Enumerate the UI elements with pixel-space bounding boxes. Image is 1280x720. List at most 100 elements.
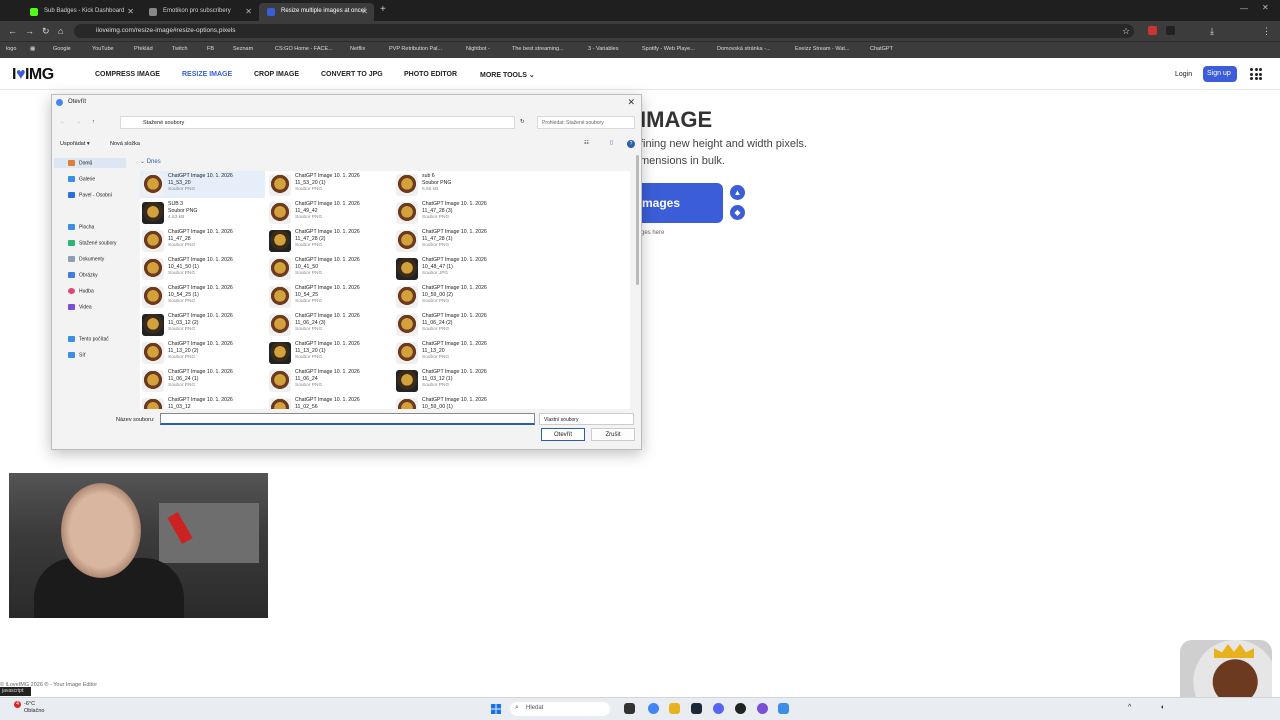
file-item[interactable]: ChatGPT Image 10. 1. 2026 10_59_00 (2) Sou… (394, 283, 519, 310)
file-item[interactable]: ChatGPT Image 10. 1. 2026 11_13_20 Soubor … (394, 339, 519, 366)
nav-resize-image[interactable]: RESIZE IMAGE (182, 71, 232, 78)
close-tab-icon[interactable]: ✕ (361, 7, 368, 16)
path-bar[interactable]: Stažené soubory (120, 116, 515, 129)
extension-icon[interactable] (1148, 26, 1157, 35)
view-icon[interactable]: ☷ (584, 140, 589, 146)
file-item[interactable]: ChatGPT Image 10. 1. 2026 11_53_20 (1) Sou… (267, 171, 392, 198)
apps-grid-icon[interactable]: ▦ (30, 46, 35, 52)
file-item[interactable]: ChatGPT Image 10. 1. 2026 11_49_42 Soubor … (267, 199, 392, 226)
file-item[interactable]: ChatGPT Image 10. 1. 2026 11_02_56 (267, 395, 392, 409)
close-tab-icon[interactable]: ✕ (127, 7, 134, 16)
bookmark[interactable]: 3 - Variables (588, 46, 618, 52)
chrome-icon[interactable] (648, 703, 659, 714)
scrollbar[interactable] (636, 155, 639, 285)
tab-resize-multiple[interactable]: Resize multiple images at once! ✕ (259, 3, 374, 21)
bookmark[interactable]: FB (207, 46, 214, 52)
up-icon[interactable]: ↑ (92, 119, 95, 125)
nav-photo-editor[interactable]: PHOTO EDITOR (404, 71, 457, 78)
dropbox-icon[interactable]: ◆ (730, 205, 745, 220)
sidebar-item-network[interactable]: Síť (68, 352, 86, 358)
weather-widget[interactable]: -6°C Oblačno (24, 701, 45, 715)
file-item[interactable]: ChatGPT Image 10. 1. 2026 11_03_12 (140, 395, 265, 409)
downloads-icon[interactable]: ⤓ (1210, 26, 1214, 37)
open-button[interactable]: Otevřít (541, 428, 585, 441)
file-item[interactable]: ChatGPT Image 10. 1. 2026 10_41_50 (1) Sou… (140, 255, 265, 282)
search-input[interactable]: Prohledat: Stažené soubory (537, 116, 635, 129)
obs-icon[interactable] (735, 703, 746, 714)
file-item[interactable]: sub 6 Soubor PNG 6,55 kB (394, 171, 519, 198)
discord-icon[interactable] (713, 703, 724, 714)
iloveimg-logo[interactable]: I♥IMG (12, 66, 54, 84)
refresh-icon[interactable]: ↻ (520, 119, 525, 125)
task-view-icon[interactable] (624, 703, 635, 714)
file-item[interactable]: ChatGPT Image 10. 1. 2026 10_54_25 (1) Sou… (140, 283, 265, 310)
bookmark[interactable]: Seznam (233, 46, 253, 52)
bookmark[interactable]: Exeizz Stream - Wat... (795, 46, 850, 52)
home-icon[interactable]: ⌂ (58, 26, 63, 36)
google-drive-icon[interactable]: ▲ (730, 185, 745, 200)
bookmark[interactable]: Nightbot - (466, 46, 490, 52)
filetype-select[interactable]: Vlastní soubory (539, 413, 634, 425)
app-icon[interactable] (757, 703, 768, 714)
nav-more-tools[interactable]: MORE TOOLS ⌄ (480, 71, 535, 79)
file-item[interactable]: ChatGPT Image 10. 1. 2026 11_47_28 Soubor … (140, 227, 265, 254)
file-item[interactable]: ChatGPT Image 10. 1. 2026 11_13_20 (1) Sou… (267, 339, 392, 366)
bookmark[interactable]: Google (53, 46, 71, 52)
bookmark-star-icon[interactable]: ☆ (1122, 26, 1130, 37)
extension-icon[interactable] (1166, 26, 1175, 35)
steam-icon[interactable] (691, 703, 702, 714)
nav-crop-image[interactable]: CROP IMAGE (254, 71, 299, 78)
bookmark[interactable]: Domovská stránka -... (717, 46, 771, 52)
sidebar-item-downloads[interactable]: Stažené soubory (68, 240, 117, 246)
preview-pane-icon[interactable]: ▯ (610, 140, 613, 146)
file-item[interactable]: ChatGPT Image 10. 1. 2026 11_03_12 (2) Sou… (140, 311, 265, 338)
file-item[interactable]: ChatGPT Image 10. 1. 2026 11_53_20 Soubor … (140, 171, 265, 198)
bookmark[interactable]: ChatGPT (870, 46, 893, 52)
file-item[interactable]: ChatGPT Image 10. 1. 2026 11_47_28 (2) Sou… (267, 227, 392, 254)
bookmark[interactable]: Překlád (134, 46, 153, 52)
bookmark[interactable]: YouTube (92, 46, 114, 52)
forward-icon[interactable]: → (76, 119, 82, 125)
file-item[interactable]: ChatGPT Image 10. 1. 2026 10_48_47 (1) Sou… (394, 255, 519, 282)
login-link[interactable]: Login (1175, 71, 1192, 78)
file-item[interactable]: ChatGPT Image 10. 1. 2026 11_06_24 (1) Sou… (140, 367, 265, 394)
sidebar-item-music[interactable]: Hudba (68, 288, 94, 294)
bookmark[interactable]: logo (6, 46, 16, 52)
url-field[interactable]: iloveimg.com/resize-image#resize-options… (74, 24, 1134, 38)
cancel-button[interactable]: Zrušit (591, 428, 635, 441)
file-item[interactable]: SUB 3 Soubor PNG 4,63 kB (140, 199, 265, 226)
file-item[interactable]: ChatGPT Image 10. 1. 2026 11_13_20 (2) Sou… (140, 339, 265, 366)
windows-start-icon[interactable] (491, 704, 501, 714)
sidebar-item-documents[interactable]: Dokumenty (68, 256, 104, 262)
sidebar-item-home[interactable]: Domů (54, 158, 126, 168)
close-tab-icon[interactable]: ✕ (245, 7, 252, 16)
paint-icon[interactable] (778, 703, 789, 714)
sidebar-item-videos[interactable]: Videa (68, 304, 92, 310)
file-item[interactable]: ChatGPT Image 10. 1. 2026 10_41_50 Soubor … (267, 255, 392, 282)
group-header[interactable]: ⌄ Dnes (140, 158, 161, 165)
select-images-button[interactable]: mages (641, 183, 723, 223)
close-icon[interactable]: ✕ (627, 97, 635, 108)
apps-grid-icon[interactable] (1250, 68, 1262, 80)
sidebar-item-onedrive[interactable]: Pavel - Osobní (68, 192, 112, 198)
bookmark[interactable]: Twitch (172, 46, 188, 52)
file-item[interactable]: ChatGPT Image 10. 1. 2026 11_06_24 (2) Sou… (394, 311, 519, 338)
tray-chevron-icon[interactable]: ^ (1128, 704, 1131, 711)
reload-icon[interactable]: ↻ (42, 26, 50, 37)
bookmark[interactable]: The best streaming... (512, 46, 564, 52)
bookmark[interactable]: Netflix (350, 46, 365, 52)
file-item[interactable]: ChatGPT Image 10. 1. 2026 11_47_28 (3) Sou… (394, 199, 519, 226)
nav-compress-image[interactable]: COMPRESS IMAGE (95, 71, 160, 78)
signup-button[interactable]: Sign up (1203, 66, 1237, 82)
file-item[interactable]: ChatGPT Image 10. 1. 2026 11_03_12 (1) Sou… (394, 367, 519, 394)
minimize-icon[interactable]: — (1240, 4, 1248, 13)
taskbar-search[interactable]: ⌕ Hledat (510, 702, 610, 716)
nav-convert-to-jpg[interactable]: CONVERT TO JPG (321, 71, 383, 78)
new-folder-button[interactable]: Nová složka (110, 141, 140, 147)
sidebar-item-desktop[interactable]: Plocha (68, 224, 94, 230)
close-window-icon[interactable]: ✕ (1262, 3, 1269, 12)
back-icon[interactable]: ← (8, 26, 17, 36)
organize-menu[interactable]: Uspořádat ▾ (60, 141, 90, 147)
sidebar-item-pictures[interactable]: Obrázky (68, 272, 98, 278)
file-item[interactable]: ChatGPT Image 10. 1. 2026 11_06_24 (3) Sou… (267, 311, 392, 338)
